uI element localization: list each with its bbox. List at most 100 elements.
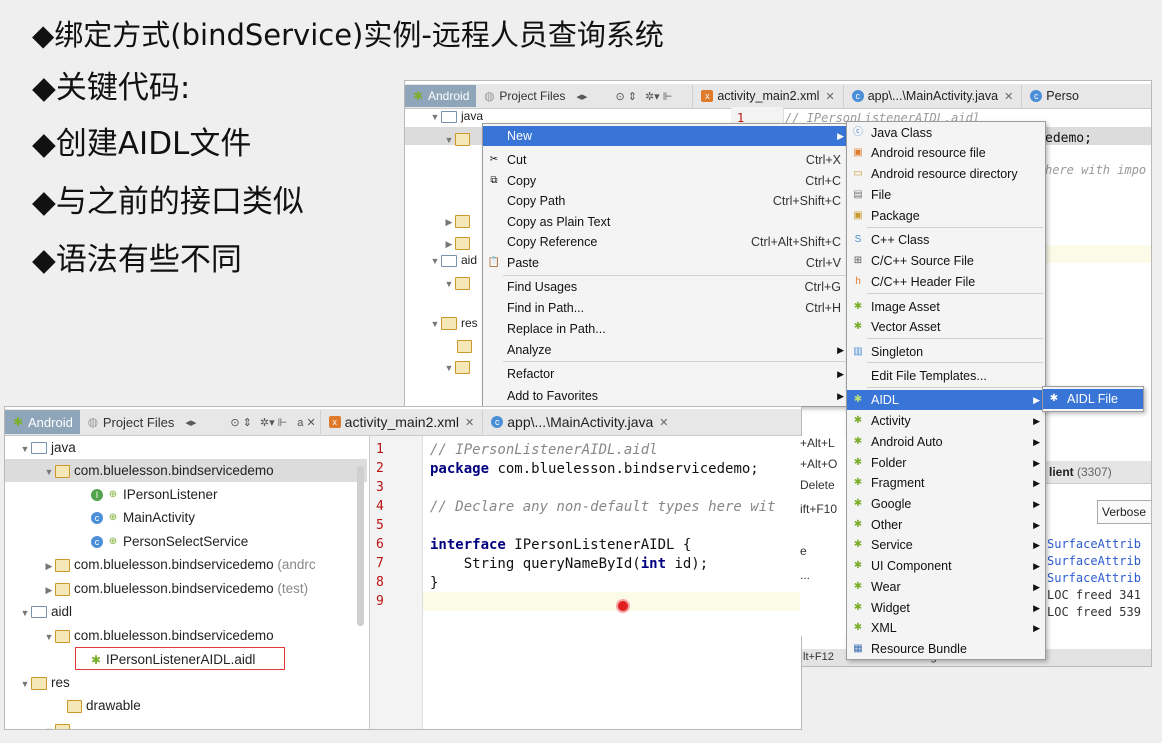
back-code-partial: edemo; (1045, 131, 1092, 146)
close-icon[interactable]: ✕ (659, 416, 668, 429)
back-tab-project-files[interactable]: ◍ Project Files (476, 85, 572, 107)
new-ui-component[interactable]: ✱ UI Component ▶ (847, 556, 1045, 576)
new-c-header[interactable]: h C/C++ Header File (847, 272, 1045, 292)
new-wear[interactable]: ✱ Wear ▶ (847, 577, 1045, 597)
front-tab-android[interactable]: ✱ Android (5, 410, 80, 434)
new-folder[interactable]: ✱ Folder ▶ (847, 453, 1045, 473)
tree-aidl[interactable]: ▼ aidl (5, 600, 367, 623)
menu-find-in-path[interactable]: Find in Path... Ctrl+H (483, 298, 849, 318)
tree-aidl-file[interactable]: ✱ IPersonListenerAIDL.aidl (75, 647, 285, 670)
file-icon: ▤ (853, 189, 863, 200)
menu-analyze[interactable]: Analyze ▶ (483, 340, 849, 360)
android-icon: ✱ (853, 415, 863, 426)
tree-aidl-pkg[interactable]: ▼ com.bluelesson.bindservicedemo (5, 624, 367, 647)
front-etab-xml[interactable]: x activity_main2.xml ✕ (319, 410, 483, 434)
front-etab-main[interactable]: c app\...\MainActivity.java ✕ (482, 410, 676, 434)
sync-icon[interactable]: ⊙ ⇕ (611, 90, 641, 103)
collapse-icon[interactable]: ◂▸ (572, 90, 591, 103)
new-singleton[interactable]: ▥ Singleton (847, 342, 1045, 362)
tree-drawable[interactable]: drawable (5, 694, 367, 717)
tree-pkg-main[interactable]: ▼ com.bluelesson.bindservicedemo (5, 459, 367, 482)
new-submenu: ⓒ Java Class ▣ Android resource file ▭ Andr… (846, 121, 1046, 660)
new-file[interactable]: ▤ File (847, 185, 1045, 205)
menu-paste[interactable]: 📋 Paste Ctrl+V (483, 253, 849, 273)
package-icon (55, 582, 70, 596)
collapse-icon[interactable]: ◂▸ (181, 416, 200, 429)
close-icon[interactable]: ✕ (1004, 90, 1013, 103)
tree-personselectservice[interactable]: c ⊕ PersonSelectService (5, 530, 367, 553)
android-icon: ✱ (12, 415, 24, 429)
new-edit-templates[interactable]: Edit File Templates... (847, 366, 1045, 386)
tree-java[interactable]: ▼ java (5, 436, 367, 459)
new-c-source[interactable]: ⊞ C/C++ Source File (847, 251, 1045, 271)
settings-icon[interactable]: ✲▾ ⊩ (256, 416, 291, 429)
tree-pkg-test[interactable]: ▶ com.bluelesson.bindservicedemo (test) (5, 577, 367, 600)
menu-copy-plain[interactable]: Copy as Plain Text (483, 212, 849, 232)
menu-separator (867, 338, 1043, 339)
class-icon: c (491, 416, 504, 428)
tree-pkg-android-test[interactable]: ▶ com.bluelesson.bindservicedemo (andrc (5, 553, 367, 576)
new-other[interactable]: ✱ Other ▶ (847, 515, 1045, 535)
menu-find-usages[interactable]: Find Usages Ctrl+G (483, 277, 849, 297)
tree-ipersonlistener[interactable]: I ⊕ IPersonListener (5, 483, 367, 506)
new-vector-asset[interactable]: ✱ Vector Asset (847, 317, 1045, 337)
back-tab-android[interactable]: ✱ Android (405, 85, 477, 107)
new-xml[interactable]: ✱ XML ▶ (847, 618, 1045, 638)
new-aidl[interactable]: ✱ AIDL ▶ (847, 390, 1045, 410)
menu-separator (867, 362, 1043, 363)
menu-refactor[interactable]: Refactor ▶ (483, 364, 849, 384)
menu-replace-in-path[interactable]: Replace in Path... (483, 319, 849, 339)
singleton-icon: ▥ (853, 346, 863, 357)
xml-file-icon: x (328, 416, 341, 428)
menu-new[interactable]: New ▶ (483, 126, 849, 146)
tree-scrollbar[interactable] (357, 466, 364, 626)
menu-separator (867, 227, 1043, 228)
folder-icon (441, 254, 457, 267)
new-service[interactable]: ✱ Service ▶ (847, 535, 1045, 555)
close-icon[interactable]: ✕ (825, 90, 834, 103)
settings-icon[interactable]: ✲▾ ⊩ (641, 90, 676, 103)
folder-icon (55, 723, 70, 729)
back-code-partial2: here with impo (1045, 163, 1147, 177)
back-etab-person[interactable]: c Perso (1021, 85, 1087, 107)
android-icon: ✱ (853, 602, 863, 613)
interface-icon: I (91, 489, 103, 502)
new-java-class[interactable]: ⓒ Java Class (847, 123, 1045, 143)
menu-copy-path[interactable]: Copy Path Ctrl+Shift+C (483, 191, 849, 211)
close-icon[interactable]: a ✕ (293, 416, 319, 429)
new-cpp-class[interactable]: S C++ Class (847, 230, 1045, 250)
lock-icon: ⊕ (108, 536, 118, 548)
folder-icon (457, 339, 472, 353)
menu-copy[interactable]: ⧉ Copy Ctrl+C (483, 171, 849, 191)
new-image-asset[interactable]: ✱ Image Asset (847, 297, 1045, 317)
package-icon (455, 214, 470, 228)
menu-cut[interactable]: ✂ Cut Ctrl+X (483, 150, 849, 170)
front-tab-project-files[interactable]: ◍ Project Files (80, 410, 182, 434)
new-fragment[interactable]: ✱ Fragment ▶ (847, 473, 1045, 493)
close-icon[interactable]: ✕ (465, 416, 474, 429)
new-activity[interactable]: ✱ Activity ▶ (847, 411, 1045, 431)
new-widget[interactable]: ✱ Widget ▶ (847, 598, 1045, 618)
code-editor[interactable]: 1 2 3 4 5 6 7 8 9 // IPersonListenerAIDL… (369, 436, 801, 729)
tree-layout[interactable]: ▼ (5, 718, 367, 729)
tree-mainactivity[interactable]: c ⊕ MainActivity (5, 506, 367, 529)
back-etab-xml[interactable]: x activity_main2.xml ✕ (692, 85, 842, 107)
new-resource-bundle[interactable]: ▦ Resource Bundle (847, 639, 1045, 659)
new-android-auto[interactable]: ✱ Android Auto ▶ (847, 432, 1045, 452)
current-line-highlight (423, 592, 801, 611)
tree-res[interactable]: ▼ res (5, 671, 367, 694)
code-line-1: // IPersonListenerAIDL.aidl (430, 442, 658, 458)
new-google[interactable]: ✱ Google ▶ (847, 494, 1045, 514)
front-tool-tabs: ✱ Android ◍ Project Files ◂▸ ⊙ ⇕ ✲▾ ⊩ a ✕ … (5, 409, 801, 436)
menu-add-to-favorites[interactable]: Add to Favorites ▶ (483, 386, 849, 406)
android-icon: ✱ (853, 394, 863, 405)
new-android-resource-dir[interactable]: ▭ Android resource directory (847, 164, 1045, 184)
sync-icon[interactable]: ⊙ ⇕ (226, 416, 256, 429)
cursor-marker (616, 599, 630, 613)
new-android-resource-file[interactable]: ▣ Android resource file (847, 143, 1045, 163)
back-etab-main[interactable]: c app\...\MainActivity.java ✕ (842, 85, 1022, 107)
aidl-file-item[interactable]: ✱ AIDL File (1043, 389, 1143, 409)
menu-copy-reference[interactable]: Copy Reference Ctrl+Alt+Shift+C (483, 232, 849, 252)
new-package[interactable]: ▣ Package (847, 206, 1045, 226)
log-level-select[interactable]: Verbose (1097, 500, 1151, 524)
